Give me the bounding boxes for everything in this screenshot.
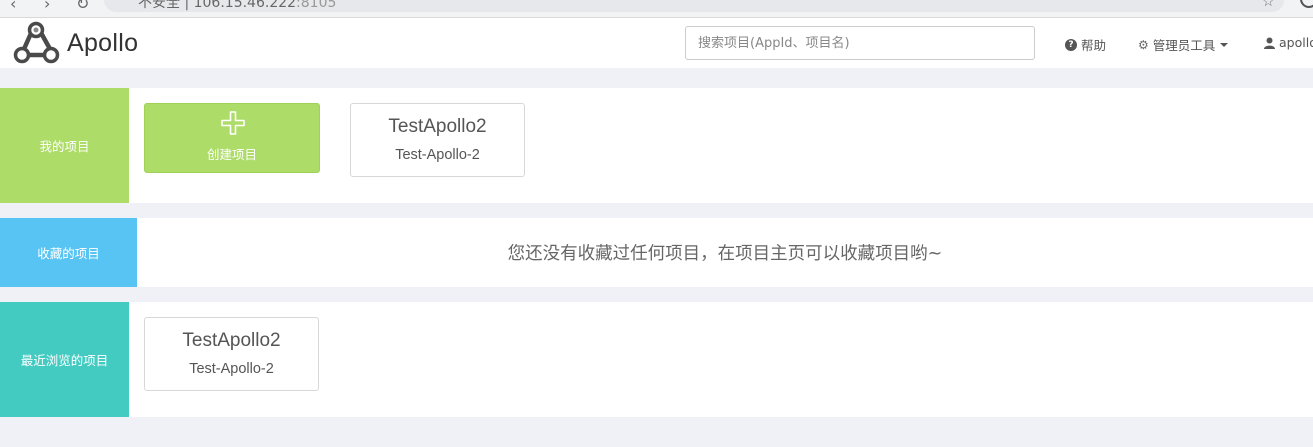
help-link[interactable]: ? 帮助 — [1065, 35, 1106, 54]
favorite-projects-title: 收藏的项目 — [0, 218, 137, 287]
create-project-button[interactable]: 创建项目 — [144, 103, 320, 173]
apollo-logo[interactable]: Apollo — [12, 21, 138, 65]
favorite-projects-section: 收藏的项目 您还没有收藏过任何项目，在项目主页可以收藏项目哟~ — [0, 218, 1313, 287]
help-label: 帮助 — [1081, 38, 1107, 53]
caret-down-icon — [1220, 42, 1229, 47]
back-icon[interactable]: ‹ — [10, 0, 16, 13]
recent-projects-section: 最近浏览的项目 TestApollo2 Test-Apollo-2 — [0, 302, 1313, 417]
plus-icon — [221, 111, 245, 135]
my-projects-title: 我的项目 — [0, 88, 129, 203]
recent-projects-title: 最近浏览的项目 — [0, 302, 129, 417]
my-projects-section: 我的项目 创建项目 TestApollo2 Test-Apollo-2 — [0, 88, 1313, 203]
recent-app-card-testapollo2[interactable]: TestApollo2 Test-Apollo-2 — [144, 317, 319, 391]
top-navbar: Apollo ? 帮助 ⚙ 管理员工具 apollo — [0, 18, 1313, 68]
favorites-empty-message: 您还没有收藏过任何项目，在项目主页可以收藏项目哟~ — [507, 244, 943, 264]
forward-icon[interactable]: › — [44, 0, 50, 13]
admin-tools-dropdown[interactable]: ⚙ 管理员工具 — [1138, 35, 1229, 54]
app-card-testapollo2[interactable]: TestApollo2 Test-Apollo-2 — [350, 103, 525, 177]
apollo-logo-icon — [13, 21, 60, 64]
profile-icon[interactable] — [1300, 0, 1313, 8]
gear-icon: ⚙ — [1138, 37, 1149, 52]
user-name: apollo — [1279, 35, 1313, 50]
create-project-label: 创建项目 — [206, 147, 257, 162]
address-url: 不安全 | 106.15.46.222:8105 — [138, 0, 337, 11]
app-id: Test-Apollo-2 — [189, 361, 274, 377]
question-circle-icon: ? — [1065, 38, 1077, 51]
admin-tools-label: 管理员工具 — [1152, 38, 1216, 53]
app-name: TestApollo2 — [182, 330, 281, 351]
app-id: Test-Apollo-2 — [395, 147, 480, 163]
search-input[interactable] — [685, 26, 1035, 60]
user-icon — [1264, 37, 1275, 49]
app-name: TestApollo2 — [388, 116, 487, 137]
reload-icon[interactable]: ↻ — [76, 0, 89, 13]
bookmark-star-icon[interactable]: ☆ — [1262, 0, 1275, 10]
browser-toolbar: ‹ › ↻ 不安全 | 106.15.46.222:8105 ☆ — [0, 0, 1313, 18]
user-menu[interactable]: apollo — [1264, 35, 1313, 50]
logo-text: Apollo — [67, 28, 139, 57]
